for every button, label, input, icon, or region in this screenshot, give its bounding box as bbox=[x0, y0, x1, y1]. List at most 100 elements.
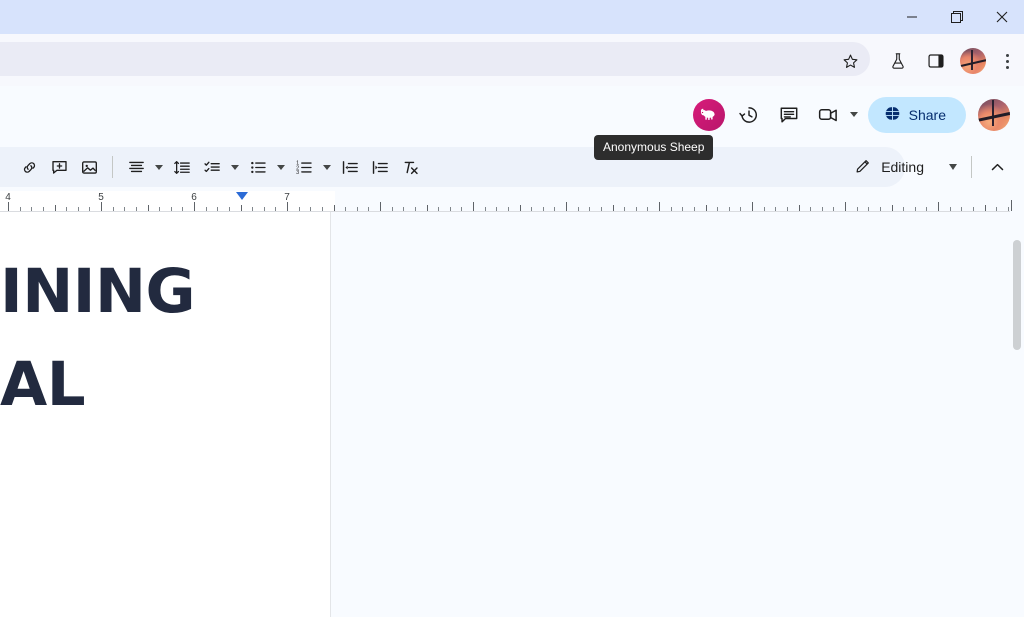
ruler-tick bbox=[996, 207, 997, 211]
docs-header-actions: Share bbox=[689, 86, 1024, 143]
browser-window: Share Anonymous Sheep bbox=[0, 0, 1024, 617]
chevron-down-icon[interactable] bbox=[273, 165, 289, 170]
left-indent-marker[interactable] bbox=[236, 192, 248, 200]
ruler-tick bbox=[403, 207, 404, 211]
svg-text:3: 3 bbox=[296, 170, 299, 176]
ruler-tick bbox=[171, 207, 172, 211]
chrome-menu-icon[interactable] bbox=[996, 47, 1018, 75]
decrease-indent-button[interactable] bbox=[335, 152, 365, 182]
ruler-tick bbox=[124, 207, 125, 211]
maximize-button[interactable] bbox=[934, 0, 979, 34]
ruler-tick bbox=[241, 205, 242, 211]
insert-image-button[interactable] bbox=[74, 152, 104, 182]
insert-link-button[interactable] bbox=[14, 152, 44, 182]
collaborator-avatar[interactable] bbox=[689, 95, 729, 135]
close-button[interactable] bbox=[979, 0, 1024, 34]
ruler-tick bbox=[868, 207, 869, 211]
collapse-menus-button[interactable] bbox=[982, 152, 1012, 182]
ruler-tick bbox=[392, 207, 393, 211]
ruler-tick bbox=[764, 207, 765, 211]
clear-formatting-button[interactable] bbox=[395, 152, 425, 182]
chevron-down-icon[interactable] bbox=[227, 165, 243, 170]
increase-indent-button[interactable] bbox=[365, 152, 395, 182]
toolbar-divider bbox=[971, 156, 972, 178]
ruler-tick bbox=[752, 202, 753, 211]
document-heading-line1: INING bbox=[0, 256, 195, 327]
minimize-button[interactable] bbox=[889, 0, 934, 34]
ruler-tick bbox=[415, 207, 416, 211]
meet-button[interactable] bbox=[809, 95, 862, 135]
ruler-tick bbox=[194, 202, 195, 211]
tab-strip bbox=[0, 0, 1024, 34]
ruler-tick bbox=[775, 207, 776, 211]
ruler-tick bbox=[357, 207, 358, 211]
docs-header: Share bbox=[0, 86, 1024, 143]
scrollbar-thumb[interactable] bbox=[1013, 240, 1021, 350]
labs-flask-icon[interactable] bbox=[884, 47, 912, 75]
ruler-tick bbox=[880, 207, 881, 211]
comment-history-button[interactable] bbox=[769, 95, 809, 135]
align-button[interactable] bbox=[121, 152, 167, 182]
bookmark-star-icon[interactable] bbox=[838, 49, 862, 73]
ruler-tick bbox=[578, 207, 579, 211]
add-comment-button[interactable] bbox=[44, 152, 74, 182]
align-icon[interactable] bbox=[121, 152, 151, 182]
ruler-tick bbox=[182, 207, 183, 211]
ruler-tick bbox=[20, 207, 21, 211]
ruler-tick bbox=[380, 202, 381, 211]
ruler-tick bbox=[159, 207, 160, 211]
chevron-down-icon[interactable] bbox=[319, 165, 335, 170]
ruler-tick bbox=[531, 207, 532, 211]
ruler-tick bbox=[55, 205, 56, 211]
ruler-tick bbox=[985, 205, 986, 211]
share-button-label: Share bbox=[909, 107, 946, 123]
account-avatar[interactable] bbox=[974, 95, 1014, 135]
ruler-number: 5 bbox=[98, 192, 104, 203]
ruler-tick bbox=[43, 207, 44, 211]
document-ruler[interactable]: 4567 bbox=[0, 191, 1024, 212]
ruler-end-tick bbox=[1011, 200, 1012, 211]
line-spacing-button[interactable] bbox=[167, 152, 197, 182]
ruler-tick bbox=[101, 202, 102, 211]
vertical-scrollbar[interactable] bbox=[1010, 212, 1024, 617]
chevron-down-icon[interactable] bbox=[151, 165, 167, 170]
ruler-tick bbox=[740, 207, 741, 211]
side-panel-icon[interactable] bbox=[922, 47, 950, 75]
document-heading: INING AL bbox=[0, 246, 700, 431]
numbered-list-button[interactable]: 1 2 3 bbox=[289, 152, 335, 182]
editing-mode-button[interactable]: Editing bbox=[845, 150, 965, 184]
ruler-tick bbox=[566, 202, 567, 211]
chevron-down-icon[interactable] bbox=[949, 164, 957, 170]
ruler-tick bbox=[810, 207, 811, 211]
profile-avatar[interactable] bbox=[960, 48, 986, 74]
bulleted-list-icon[interactable] bbox=[243, 152, 273, 182]
ruler-tick bbox=[322, 207, 323, 211]
pencil-icon bbox=[855, 157, 872, 177]
ruler-number: 6 bbox=[191, 192, 197, 203]
share-button[interactable]: Share bbox=[868, 97, 966, 133]
ruler-tick bbox=[496, 207, 497, 211]
ruler-tick bbox=[857, 207, 858, 211]
version-history-button[interactable] bbox=[729, 95, 769, 135]
ruler-tick bbox=[601, 207, 602, 211]
ruler-tick bbox=[903, 207, 904, 211]
ruler-tick bbox=[659, 202, 660, 211]
editing-mode-label: Editing bbox=[881, 159, 924, 175]
document-heading-line2: AL bbox=[0, 339, 700, 432]
bulleted-list-button[interactable] bbox=[243, 152, 289, 182]
document-page[interactable]: INING AL bbox=[0, 212, 331, 617]
video-camera-icon[interactable] bbox=[809, 95, 849, 135]
browser-action-icons bbox=[884, 47, 1018, 75]
ruler-tick bbox=[299, 207, 300, 211]
ruler-tick bbox=[682, 207, 683, 211]
ruler-tick bbox=[845, 202, 846, 211]
checklist-button[interactable] bbox=[197, 152, 243, 182]
ruler-tick bbox=[950, 207, 951, 211]
ruler-tick bbox=[892, 205, 893, 211]
ruler-tick bbox=[973, 207, 974, 211]
ruler-tick bbox=[508, 207, 509, 211]
document-canvas[interactable]: INING AL bbox=[0, 212, 1024, 617]
address-bar[interactable] bbox=[0, 42, 870, 76]
checklist-icon[interactable] bbox=[197, 152, 227, 182]
numbered-list-icon[interactable]: 1 2 3 bbox=[289, 152, 319, 182]
